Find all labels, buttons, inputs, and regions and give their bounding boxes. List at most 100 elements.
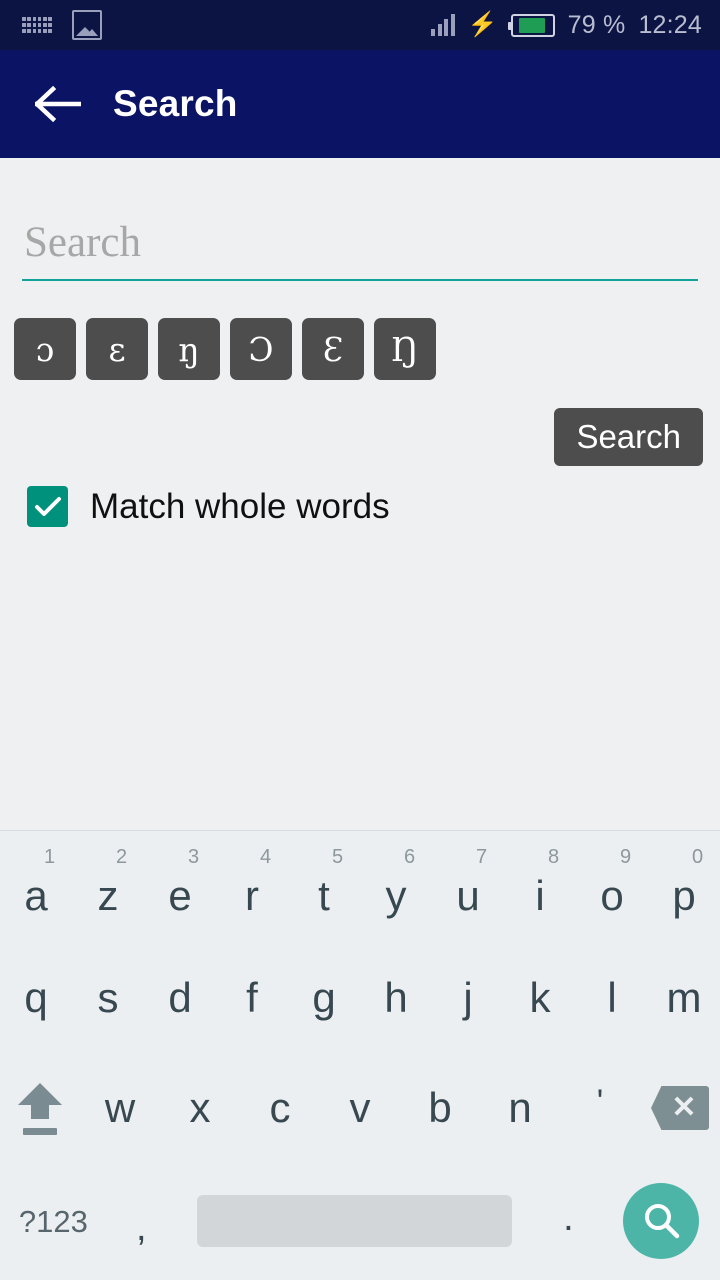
key-digit-label: 2 bbox=[116, 846, 128, 868]
phone-screen: ⚡ 79 % 12:24 Search ɔ ɛ ŋ Ɔ Ɛ Ŋ Search bbox=[0, 0, 720, 1280]
image-icon bbox=[72, 10, 102, 40]
keyboard-icon bbox=[22, 16, 52, 34]
page-title: Search bbox=[113, 83, 238, 124]
soft-keyboard: 1a2z3e4r5t6y7u8i9o0p qsdfghjklm w x c v b n ' … bbox=[0, 830, 720, 1280]
key-shift[interactable] bbox=[0, 1053, 80, 1163]
special-char-key[interactable]: Ɛ bbox=[302, 318, 364, 380]
key-symbols[interactable]: ?123 bbox=[0, 1163, 107, 1279]
key-digit-label: 4 bbox=[260, 846, 272, 868]
key-o[interactable]: 9o bbox=[576, 831, 648, 943]
key-digit-label: 7 bbox=[476, 846, 488, 868]
key-digit-label: 6 bbox=[404, 846, 416, 868]
key-digit-label: 3 bbox=[188, 846, 200, 868]
key-enter-search[interactable] bbox=[603, 1163, 720, 1279]
key-p[interactable]: 0p bbox=[648, 831, 720, 943]
shift-arrow-icon bbox=[16, 1081, 64, 1135]
space-bar-surface bbox=[197, 1195, 513, 1247]
key-letter-label: e bbox=[168, 872, 192, 919]
key-letter-label: p bbox=[672, 872, 696, 919]
backspace-delete-icon: ✕ bbox=[651, 1086, 709, 1130]
search-field-container bbox=[22, 218, 698, 281]
key-digit-label: 9 bbox=[620, 846, 632, 868]
checkmark-icon bbox=[34, 496, 61, 516]
key-j[interactable]: j bbox=[432, 943, 504, 1053]
key-letter-label: l bbox=[607, 974, 617, 1021]
special-char-key[interactable]: Ŋ bbox=[374, 318, 436, 380]
keyboard-row-1: 1a2z3e4r5t6y7u8i9o0p bbox=[0, 831, 720, 943]
key-m[interactable]: m bbox=[648, 943, 720, 1053]
key-letter-label: z bbox=[97, 872, 119, 919]
key-a[interactable]: 1a bbox=[0, 831, 72, 943]
key-letter-label: m bbox=[666, 974, 702, 1021]
key-digit-label: 0 bbox=[692, 846, 704, 868]
special-char-key[interactable]: ɛ bbox=[86, 318, 148, 380]
key-period-label: . bbox=[563, 1197, 574, 1239]
key-letter-label: y bbox=[385, 872, 407, 919]
battery-icon bbox=[507, 13, 555, 37]
back-button[interactable] bbox=[27, 73, 89, 135]
key-k[interactable]: k bbox=[504, 943, 576, 1053]
key-letter-label: f bbox=[246, 974, 258, 1021]
search-submit-button[interactable]: Search bbox=[554, 408, 703, 466]
search-input-underline bbox=[22, 279, 698, 281]
special-char-key[interactable]: ɔ bbox=[14, 318, 76, 380]
key-comma[interactable]: , bbox=[107, 1163, 176, 1279]
key-space[interactable] bbox=[176, 1163, 534, 1279]
match-whole-words-label: Match whole words bbox=[90, 486, 390, 526]
key-g[interactable]: g bbox=[288, 943, 360, 1053]
key-v[interactable]: v bbox=[320, 1053, 400, 1163]
special-char-label: ɔ bbox=[35, 329, 55, 369]
key-letter-label: i bbox=[535, 872, 545, 919]
key-r[interactable]: 4r bbox=[216, 831, 288, 943]
key-y[interactable]: 6y bbox=[360, 831, 432, 943]
key-backspace[interactable]: ✕ bbox=[640, 1053, 720, 1163]
keyboard-row-3: w x c v b n ' ✕ bbox=[0, 1053, 720, 1163]
shift-underline-bar bbox=[23, 1128, 57, 1135]
key-letter-label: g bbox=[312, 974, 336, 1021]
key-w[interactable]: w bbox=[80, 1053, 160, 1163]
key-s[interactable]: s bbox=[72, 943, 144, 1053]
key-letter-label: d bbox=[168, 974, 192, 1021]
special-char-key[interactable]: ŋ bbox=[158, 318, 220, 380]
key-l[interactable]: l bbox=[576, 943, 648, 1053]
key-letter-label: k bbox=[529, 974, 551, 1021]
key-c[interactable]: c bbox=[240, 1053, 320, 1163]
key-period[interactable]: . bbox=[534, 1163, 603, 1279]
key-d[interactable]: d bbox=[144, 943, 216, 1053]
key-q[interactable]: q bbox=[0, 943, 72, 1053]
key-n[interactable]: n bbox=[480, 1053, 560, 1163]
special-char-label: ŋ bbox=[178, 329, 200, 369]
special-char-key[interactable]: Ɔ bbox=[230, 318, 292, 380]
key-b[interactable]: b bbox=[400, 1053, 480, 1163]
search-input[interactable] bbox=[22, 218, 698, 279]
key-u[interactable]: 7u bbox=[432, 831, 504, 943]
key-e[interactable]: 3e bbox=[144, 831, 216, 943]
key-letter-label: t bbox=[318, 872, 330, 919]
key-t[interactable]: 5t bbox=[288, 831, 360, 943]
key-h[interactable]: h bbox=[360, 943, 432, 1053]
key-letter-label: c bbox=[269, 1084, 291, 1131]
arrow-left-icon bbox=[35, 86, 81, 122]
key-letter-label: q bbox=[24, 974, 48, 1021]
match-whole-words-row[interactable]: Match whole words bbox=[27, 486, 390, 527]
key-digit-label: 1 bbox=[44, 846, 56, 868]
keyboard-row-4: ?123 , . bbox=[0, 1163, 720, 1279]
key-comma-label: , bbox=[135, 1207, 147, 1249]
special-char-label: ɛ bbox=[108, 329, 126, 369]
status-bar: ⚡ 79 % 12:24 bbox=[0, 0, 720, 50]
battery-percent-label: 79 % bbox=[567, 10, 626, 39]
content-area: ɔ ɛ ŋ Ɔ Ɛ Ŋ Search Match whole words bbox=[0, 158, 720, 830]
key-x[interactable]: x bbox=[160, 1053, 240, 1163]
match-whole-words-checkbox[interactable] bbox=[27, 486, 68, 527]
key-symbols-label: ?123 bbox=[18, 1203, 88, 1239]
keyboard-row-2: q s d f g hjk l m bbox=[0, 943, 720, 1053]
key-letter-label: u bbox=[456, 872, 480, 919]
key-apostrophe[interactable]: ' bbox=[560, 1053, 640, 1163]
key-i[interactable]: 8i bbox=[504, 831, 576, 943]
signal-icon bbox=[431, 14, 455, 36]
key-f[interactable]: f bbox=[216, 943, 288, 1053]
key-letter-label: o bbox=[600, 872, 624, 919]
key-z[interactable]: 2z bbox=[72, 831, 144, 943]
key-letter-label: h bbox=[384, 974, 408, 1021]
key-letter-label: s bbox=[97, 974, 119, 1021]
